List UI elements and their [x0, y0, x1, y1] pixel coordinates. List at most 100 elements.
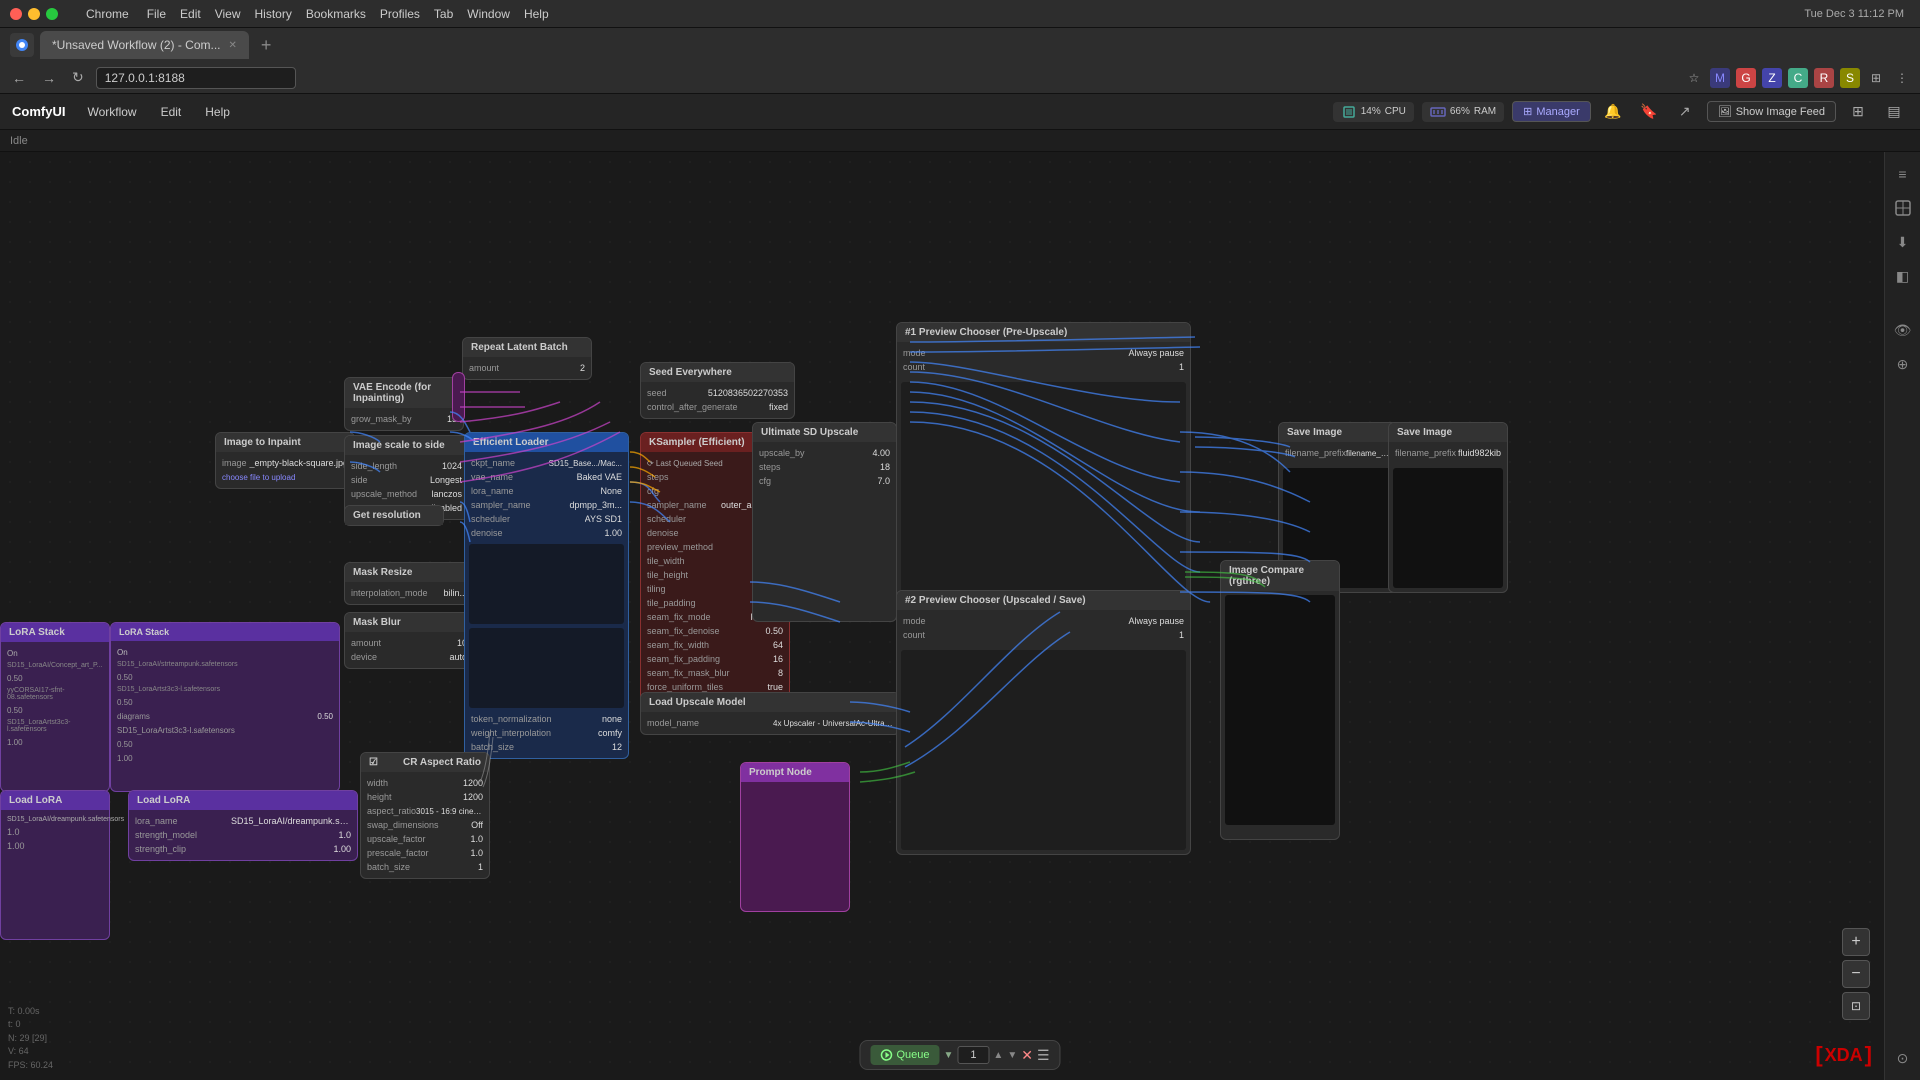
node-title: Load LoRA [129, 791, 357, 810]
ram-icon [1430, 104, 1446, 120]
reload-button[interactable]: ↻ [68, 67, 88, 88]
show-image-feed-button[interactable]: 🖼 Show Image Feed [1707, 101, 1836, 122]
layout-icon-2[interactable]: ▤ [1880, 98, 1908, 126]
profile-icon[interactable]: M [1710, 68, 1730, 88]
minimize-button[interactable] [28, 8, 40, 20]
macos-menus[interactable]: File Edit View History Bookmarks Profile… [147, 7, 549, 21]
node-row: token_normalizationnone [465, 712, 628, 726]
url-input[interactable] [96, 67, 296, 89]
purple-prompt-node[interactable]: Prompt Node [740, 762, 850, 912]
queue-cancel-button[interactable]: ✕ [1021, 1047, 1033, 1064]
manager-button[interactable]: ⊞ Manager [1512, 101, 1591, 122]
node-row: upscale_factor1.0 [361, 832, 489, 846]
export-icon[interactable]: ↗ [1671, 98, 1699, 126]
browser-toolbar-icons: ☆ M G Z C R S ⊞ ⋮ [1684, 68, 1912, 88]
load-lora-node[interactable]: Load LoRA lora_nameSD15_LoraAI/dreampunk… [128, 790, 358, 861]
bookmark-icon[interactable]: 🔖 [1635, 98, 1663, 126]
fit-view-button[interactable]: ⊡ [1842, 992, 1870, 1020]
fullscreen-button[interactable] [46, 8, 58, 20]
node-row: lora_nameNone [465, 484, 628, 498]
node-canvas[interactable]: Repeat Latent Batch amount 2 VAE Encode … [0, 152, 1920, 1080]
extension-icon-4[interactable]: R [1814, 68, 1834, 88]
sidebar-icon-2[interactable] [1889, 194, 1917, 222]
node-title: Image scale to side [345, 436, 468, 455]
workflow-menu[interactable]: Workflow [77, 101, 146, 123]
large-prompt-node[interactable] [452, 372, 465, 422]
browser-menu-button[interactable]: ⋮ [1892, 68, 1912, 88]
show-feed-icon: 🖼 [1718, 105, 1732, 118]
extension-icon-5[interactable]: S [1840, 68, 1860, 88]
help-menu[interactable]: Help [195, 101, 240, 123]
app-toolbar-right: 14% CPU 66% RAM ⊞ Manager 🔔 🔖 ↗ 🖼 Show I… [1333, 98, 1908, 126]
node-title: Load Upscale Model [641, 693, 899, 712]
queue-extra-button[interactable]: ☰ [1037, 1047, 1050, 1064]
close-button[interactable] [10, 8, 22, 20]
sidebar-icon-5[interactable]: 👁 [1889, 316, 1917, 344]
title-bar: Chrome File Edit View History Bookmarks … [0, 0, 1920, 28]
node-title: Efficient Loader [465, 433, 628, 452]
queue-label: Queue [896, 1049, 929, 1061]
sidebar-icon-3[interactable]: ⬇ [1889, 228, 1917, 256]
extension-icon-1[interactable]: G [1736, 68, 1756, 88]
node-row[interactable]: choose file to upload [216, 470, 354, 484]
back-button[interactable]: ← [8, 68, 30, 88]
forward-button[interactable]: → [38, 68, 60, 88]
node-title: LoRA Stack [1, 623, 109, 642]
efficient-loader-node[interactable]: Efficient Loader ckpt_nameSD15_Base.../M… [464, 432, 629, 759]
node-row: deviceauto [345, 650, 473, 664]
image-to-inpaint-node[interactable]: Image to Inpaint image _empty-black-squa… [215, 432, 355, 489]
node-row: control_after_generatefixed [641, 400, 794, 414]
ultimate-sd-upscale-node[interactable]: Ultimate SD Upscale upscale_by4.00 steps… [752, 422, 897, 622]
queue-dropdown-arrow[interactable]: ▼ [944, 1050, 954, 1061]
sidebar-icon-bottom[interactable]: ⊙ [1889, 1044, 1917, 1072]
queue-number-input[interactable] [957, 1046, 989, 1064]
repeat-latent-batch-node[interactable]: Repeat Latent Batch amount 2 [462, 337, 592, 380]
node-row: 0.50 [1, 671, 109, 685]
traffic-lights[interactable] [10, 8, 58, 20]
workflow-status: Idle [10, 135, 28, 147]
layout-icon-1[interactable]: ⊞ [1844, 98, 1872, 126]
queue-button[interactable]: Queue [870, 1045, 939, 1065]
tab-bar: *Unsaved Workflow (2) - Com... ✕ + [0, 28, 1920, 62]
sidebar-icon-6[interactable]: ⊕ [1889, 350, 1917, 378]
tab-close-button[interactable]: ✕ [229, 40, 237, 51]
extension-icon-3[interactable]: C [1788, 68, 1808, 88]
star-icon[interactable]: ☆ [1684, 68, 1704, 88]
lora-stack-node[interactable]: LoRA Stack On SD15_LoraAI/Concept_art_P.… [0, 622, 110, 792]
mask-blur-node[interactable]: Mask Blur amount10 deviceauto [344, 612, 474, 669]
active-tab[interactable]: *Unsaved Workflow (2) - Com... ✕ [40, 31, 249, 59]
node-row: amount10 [345, 636, 473, 650]
sidebar-icon-1[interactable]: ≡ [1889, 160, 1917, 188]
purple-node-bottom[interactable]: Load LoRA SD15_LoraAI/dreampunk.safetens… [0, 790, 110, 940]
image-compare-node[interactable]: Image Compare (rgthree) [1220, 560, 1340, 840]
extensions-button[interactable]: ⊞ [1866, 68, 1886, 88]
seed-everywhere-node[interactable]: Seed Everywhere seed5120836502270353 con… [640, 362, 795, 419]
sidebar-icon-4[interactable]: ◧ [1889, 262, 1917, 290]
mask-resize-node[interactable]: Mask Resize interpolation_modebilin... [344, 562, 474, 605]
extension-icon-2[interactable]: Z [1762, 68, 1782, 88]
node-title: Prompt Node [741, 763, 849, 782]
node-row: 0.50 [111, 737, 339, 751]
tab-title: *Unsaved Workflow (2) - Com... [52, 38, 221, 52]
node-row: model_name 4x Upscaler - UniversalAc-Ult… [641, 716, 899, 730]
node-title: Save Image [1279, 423, 1397, 442]
queue-step-up[interactable]: ▲ [993, 1050, 1003, 1061]
edit-menu[interactable]: Edit [151, 101, 192, 123]
load-upscale-model-node[interactable]: Load Upscale Model model_name 4x Upscale… [640, 692, 900, 735]
cr-aspect-ratio-node[interactable]: ☑ CR Aspect Ratio width1200 height1200 a… [360, 752, 490, 879]
vae-encode-node[interactable]: VAE Encode (for Inpainting) grow_mask_by… [344, 377, 464, 431]
queue-step-down[interactable]: ▼ [1007, 1050, 1017, 1061]
node-row: height1200 [361, 790, 489, 804]
node-row: batch_size1 [361, 860, 489, 874]
cpu-chip-icon [1341, 104, 1357, 120]
zoom-in-button[interactable]: + [1842, 928, 1870, 956]
get-resolution-node[interactable]: Get resolution [344, 505, 444, 526]
lora-stack-2-node[interactable]: LoRA Stack On SD15_LoraAI/strteampunk.sa… [110, 622, 340, 792]
new-tab-button[interactable]: + [255, 35, 278, 56]
save-image-2-node[interactable]: Save Image filename_prefixfluid982kib [1388, 422, 1508, 593]
zoom-out-button[interactable]: − [1842, 960, 1870, 988]
notification-bell-icon[interactable]: 🔔 [1599, 98, 1627, 126]
preview-chooser-post-node[interactable]: #2 Preview Chooser (Upscaled / Save) mod… [896, 590, 1191, 855]
node-row: On [1, 646, 109, 660]
app-menu-bar: ComfyUI Workflow Edit Help 14% CPU 66% R… [0, 94, 1920, 130]
